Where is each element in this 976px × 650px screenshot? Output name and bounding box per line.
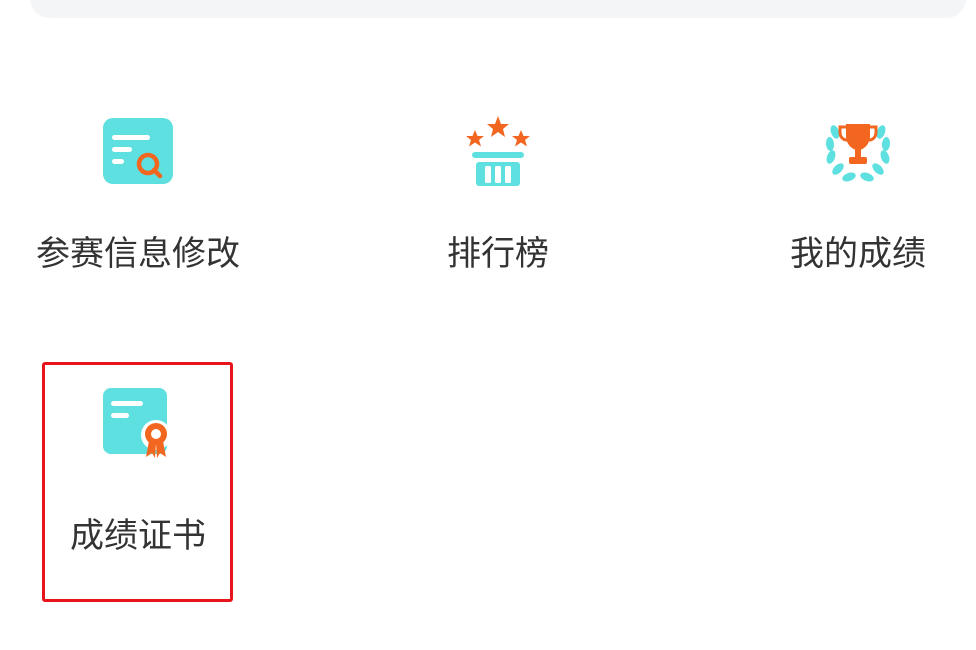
podium-stars-icon [458,110,538,190]
menu-item-leaderboard[interactable]: 排行榜 [378,110,618,310]
top-search-bar-edge [30,0,966,18]
menu-item-label: 我的成绩 [790,234,926,274]
selection-highlight-box [42,362,233,602]
trophy-laurel-icon [818,110,898,190]
search-document-icon [98,110,178,190]
menu-item-my-scores[interactable]: 我的成绩 [738,110,976,310]
menu-item-label: 参赛信息修改 [36,234,240,274]
menu-item-edit-entry-info[interactable]: 参赛信息修改 [18,110,258,310]
menu-item-label: 排行榜 [447,234,549,274]
